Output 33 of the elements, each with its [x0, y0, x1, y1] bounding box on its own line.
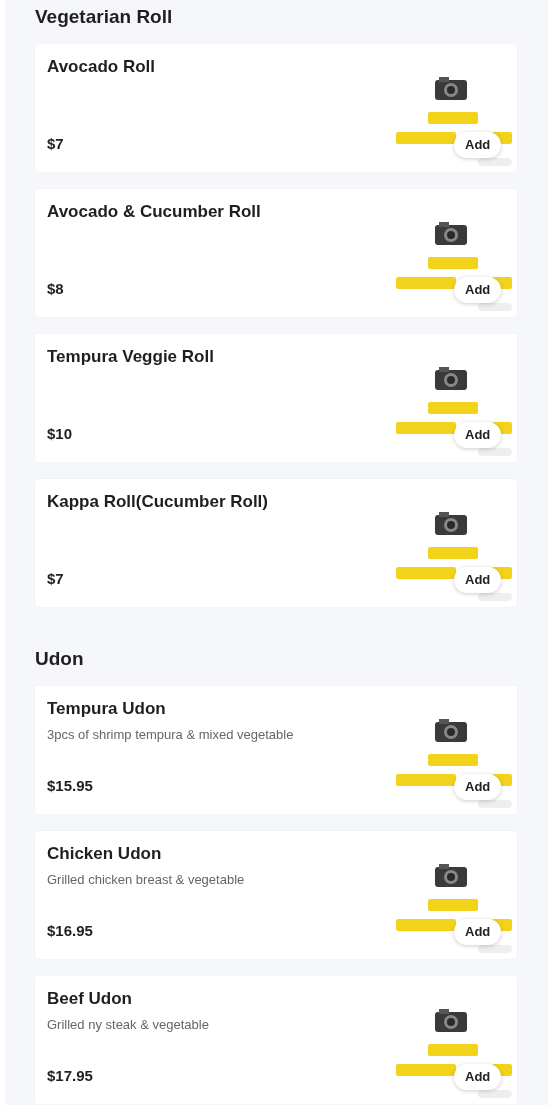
item-name: Tempura Veggie Roll — [47, 347, 215, 367]
add-button[interactable]: Add — [454, 277, 502, 303]
menu-item-card[interactable]: Tempura Veggie Roll $10 Add — [35, 334, 517, 462]
add-button[interactable]: Add — [454, 1064, 502, 1090]
add-button[interactable]: Add — [454, 567, 502, 593]
section-title: Vegetarian Roll — [35, 5, 174, 29]
add-button[interactable]: Add — [454, 919, 502, 945]
menu-item-card[interactable]: Avocado & Cucumber Roll $8 Add — [35, 189, 517, 317]
item-price: $10 — [47, 423, 74, 444]
item-price: $16.95 — [47, 920, 94, 941]
item-name: Tempura Udon — [47, 699, 167, 719]
add-button[interactable]: Add — [454, 132, 502, 158]
item-name: Avocado & Cucumber Roll — [47, 202, 262, 222]
item-name: Beef Udon — [47, 989, 133, 1009]
menu-item-card[interactable]: Kappa Roll(Cucumber Roll) $7 Add — [35, 479, 517, 607]
item-name: Chicken Udon — [47, 844, 163, 864]
add-button[interactable]: Add — [454, 774, 502, 800]
item-description: Grilled chicken breast & vegetable — [47, 871, 246, 889]
item-price: $7 — [47, 133, 65, 154]
section-title: Udon — [35, 647, 85, 671]
menu-item-card[interactable]: Avocado Roll $7 Add — [35, 44, 517, 172]
menu-item-card[interactable]: Tempura Udon 3pcs of shrimp tempura & mixed vegetable $15.95 Add — [35, 686, 517, 814]
item-price: $8 — [47, 278, 65, 299]
add-button[interactable]: Add — [454, 422, 502, 448]
menu-item-card[interactable]: Chicken Udon Grilled chicken breast & vegetable $16.95 Add — [35, 831, 517, 959]
item-price: $7 — [47, 568, 65, 589]
item-description: Grilled ny steak & vegetable — [47, 1016, 210, 1034]
menu-item-card[interactable]: Beef Udon Grilled ny steak & vegetable $17.95 Add — [35, 976, 517, 1104]
item-price: $17.95 — [47, 1065, 94, 1086]
item-name: Avocado Roll — [47, 57, 156, 77]
item-price: $15.95 — [47, 775, 94, 796]
item-name: Kappa Roll(Cucumber Roll) — [47, 492, 269, 512]
item-description: 3pcs of shrimp tempura & mixed vegetable — [47, 726, 295, 744]
